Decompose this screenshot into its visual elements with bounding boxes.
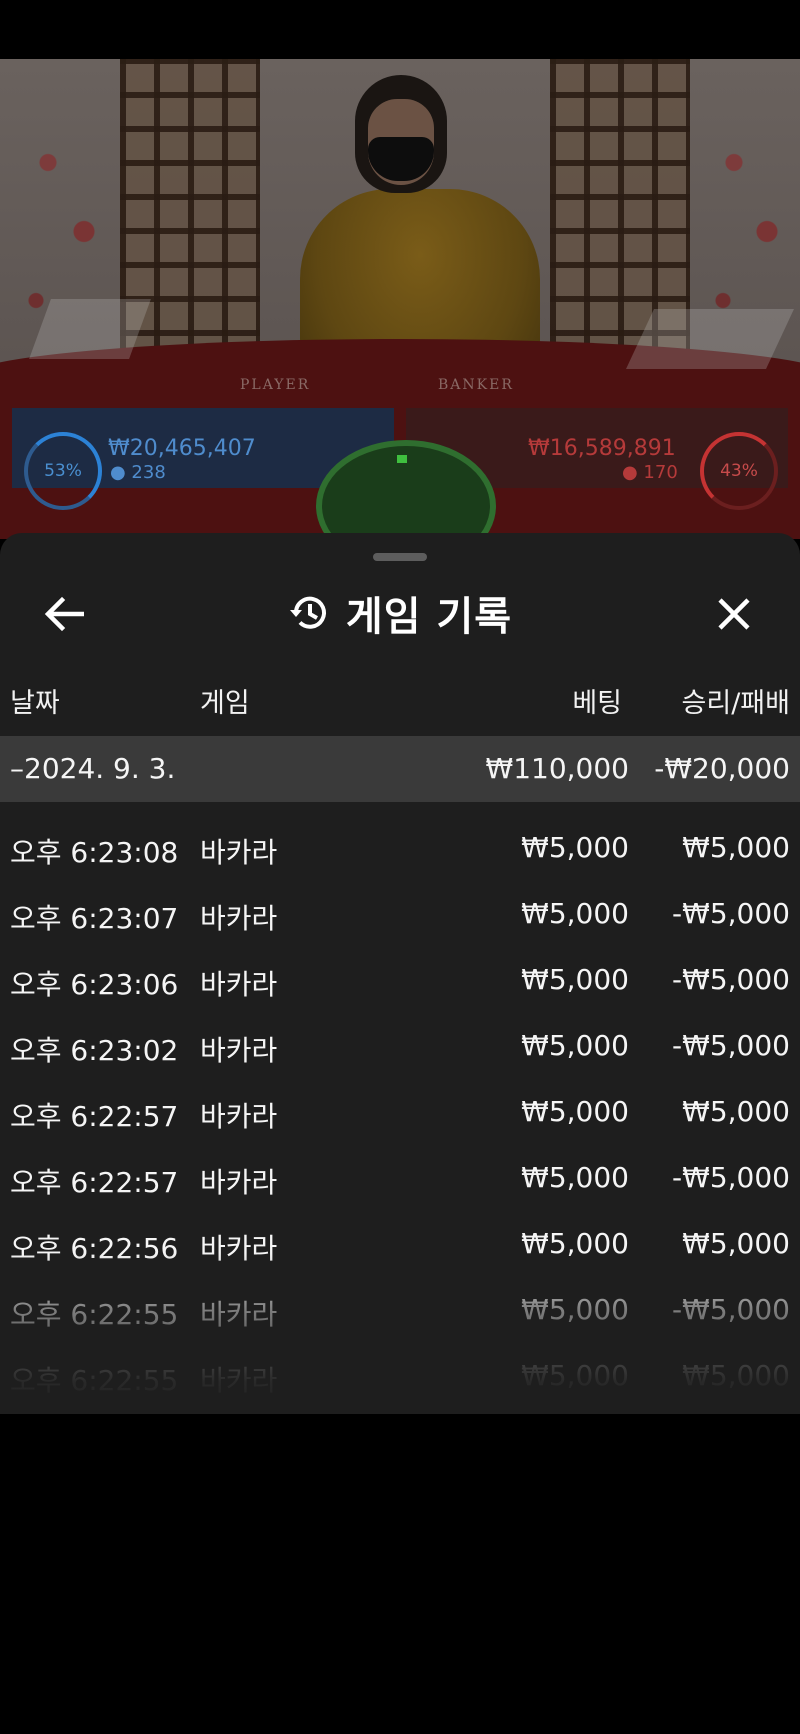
row-bet: ₩5,000 bbox=[521, 1359, 629, 1392]
player-percent-ring: 53% bbox=[24, 432, 102, 510]
history-icon bbox=[289, 596, 326, 629]
date-group-row[interactable]: –2024. 9. 3. ₩110,000 -₩20,000 bbox=[0, 736, 800, 802]
row-game: 바카라 bbox=[200, 1364, 278, 1397]
row-game: 바카라 bbox=[200, 1298, 278, 1331]
row-result: -₩5,000 bbox=[672, 1293, 790, 1326]
sheet-title: 게임 기록 bbox=[345, 594, 513, 640]
row-game: 바카라 bbox=[200, 1232, 278, 1265]
row-result: -₩5,000 bbox=[672, 897, 790, 930]
row-game: 바카라 bbox=[200, 968, 278, 1001]
history-row[interactable]: 오후 6:23:08 바카라 ₩5,000 ₩5,000 bbox=[0, 817, 800, 883]
history-row[interactable]: 오후 6:23:06 바카라 ₩5,000 -₩5,000 bbox=[0, 949, 800, 1015]
row-bet: ₩5,000 bbox=[521, 1227, 629, 1260]
banker-bet-amount: ₩16,589,891 bbox=[528, 436, 676, 461]
table-label-banker: BANKER bbox=[438, 377, 514, 393]
table-label-player: PLAYER bbox=[240, 377, 311, 393]
sheet-title-group: 게임 기록 bbox=[0, 588, 800, 640]
timer-indicator bbox=[397, 455, 407, 463]
row-time: 오후 6:22:55 bbox=[10, 1364, 179, 1397]
history-row[interactable]: 오후 6:22:55 바카라 ₩5,000 -₩5,000 bbox=[0, 1279, 800, 1345]
row-game: 바카라 bbox=[200, 1166, 278, 1199]
row-time: 오후 6:22:55 bbox=[10, 1298, 179, 1331]
row-bet: ₩5,000 bbox=[521, 1029, 629, 1062]
row-game: 바카라 bbox=[200, 1100, 278, 1133]
close-button[interactable] bbox=[706, 586, 762, 642]
banker-percent-ring: 43% bbox=[700, 432, 778, 510]
row-game: 바카라 bbox=[200, 836, 278, 869]
row-result: ₩5,000 bbox=[682, 1227, 790, 1260]
banker-bettor-count: ● 170 bbox=[622, 462, 678, 483]
row-bet: ₩5,000 bbox=[521, 1161, 629, 1194]
row-time: 오후 6:22:57 bbox=[10, 1100, 179, 1133]
date-group-bet-total: ₩110,000 bbox=[485, 752, 629, 785]
date-group-result-total: -₩20,000 bbox=[654, 752, 790, 785]
row-time: 오후 6:23:06 bbox=[10, 968, 179, 1001]
history-row[interactable]: 오후 6:22:56 바카라 ₩5,000 ₩5,000 bbox=[0, 1213, 800, 1279]
row-bet: ₩5,000 bbox=[521, 1293, 629, 1326]
sheet-header: 게임 기록 bbox=[0, 578, 800, 648]
history-row[interactable]: 오후 6:22:57 바카라 ₩5,000 ₩5,000 bbox=[0, 1081, 800, 1147]
row-result: ₩5,000 bbox=[682, 831, 790, 864]
row-game: 바카라 bbox=[200, 1034, 278, 1067]
history-table-header: 날짜 게임 베팅 승리/패배 bbox=[0, 681, 800, 721]
row-bet: ₩5,000 bbox=[521, 831, 629, 864]
row-time: 오후 6:22:56 bbox=[10, 1232, 179, 1265]
history-row[interactable]: 오후 6:23:07 바카라 ₩5,000 -₩5,000 bbox=[0, 883, 800, 949]
sheet-drag-handle[interactable] bbox=[373, 553, 427, 561]
row-game: 바카라 bbox=[200, 902, 278, 935]
player-bettor-count: ● 238 bbox=[110, 462, 166, 483]
history-rows: 오후 6:23:08 바카라 ₩5,000 ₩5,000 오후 6:23:07 … bbox=[0, 817, 800, 1411]
row-time: 오후 6:23:08 bbox=[10, 836, 179, 869]
row-result: -₩5,000 bbox=[672, 963, 790, 996]
row-bet: ₩5,000 bbox=[521, 1095, 629, 1128]
row-time: 오후 6:23:07 bbox=[10, 902, 179, 935]
history-row[interactable]: 오후 6:22:57 바카라 ₩5,000 -₩5,000 bbox=[0, 1147, 800, 1213]
column-header-date: 날짜 bbox=[10, 688, 60, 719]
column-header-result: 승리/패배 bbox=[681, 688, 790, 719]
row-bet: ₩5,000 bbox=[521, 897, 629, 930]
row-result: -₩5,000 bbox=[672, 1029, 790, 1062]
column-header-game: 게임 bbox=[200, 688, 250, 719]
row-time: 오후 6:22:57 bbox=[10, 1166, 179, 1199]
close-icon bbox=[718, 598, 750, 630]
game-history-sheet: 게임 기록 날짜 게임 베팅 승리/패배 –2024. 9. 3. ₩110,0… bbox=[0, 533, 800, 1414]
row-time: 오후 6:23:02 bbox=[10, 1034, 179, 1067]
row-result: ₩5,000 bbox=[682, 1095, 790, 1128]
row-bet: ₩5,000 bbox=[521, 963, 629, 996]
history-row[interactable]: 오후 6:23:02 바카라 ₩5,000 -₩5,000 bbox=[0, 1015, 800, 1081]
history-row[interactable]: 오후 6:22:55 바카라 ₩5,000 ₩5,000 bbox=[0, 1345, 800, 1411]
row-result: ₩5,000 bbox=[682, 1359, 790, 1392]
player-bet-amount: ₩20,465,407 bbox=[108, 436, 256, 461]
card-shoe-right bbox=[626, 309, 794, 369]
row-result: -₩5,000 bbox=[672, 1161, 790, 1194]
date-group-label: –2024. 9. 3. bbox=[10, 752, 176, 785]
column-header-bet: 베팅 bbox=[572, 688, 622, 719]
